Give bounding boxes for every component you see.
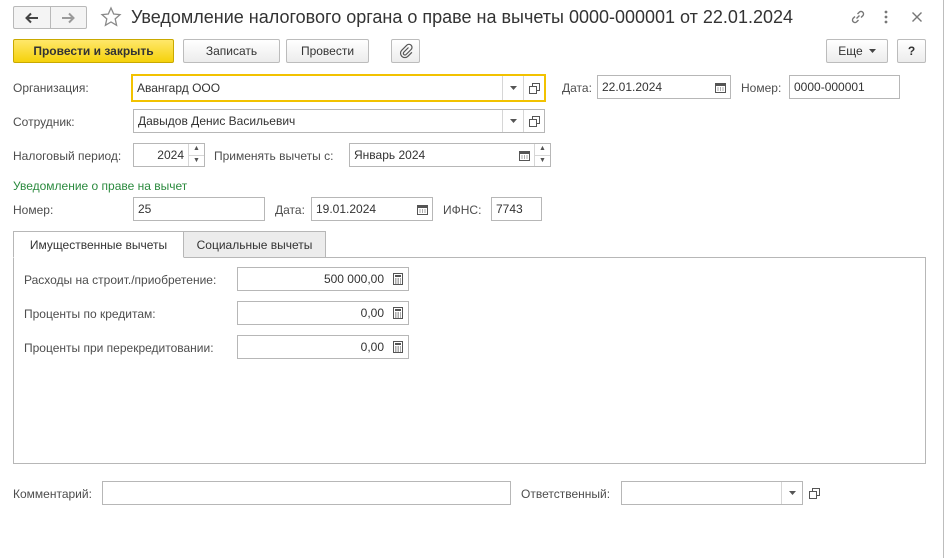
favorite-button[interactable] [100,6,122,31]
responsible-open-button[interactable] [805,484,823,502]
organization-open-button[interactable] [524,76,544,100]
help-button[interactable]: ? [897,39,926,63]
increment-icon[interactable]: ▲ [535,144,550,156]
forward-button[interactable] [50,6,87,29]
loan-interest-value: 0,00 [360,306,384,320]
more-menu-label: Еще [838,44,863,58]
number-field[interactable]: 0000-000001 [789,75,900,99]
employee-open-button[interactable] [524,110,544,132]
refinancing-interest-calculator-button[interactable] [388,336,408,358]
notice-number-label: Номер: [13,203,54,217]
date-field[interactable]: 22.01.2024 [597,75,731,99]
attach-file-button[interactable] [391,39,420,63]
apply-from-calendar-button[interactable] [514,144,534,166]
increment-icon[interactable]: ▲ [189,144,204,156]
employee-label: Сотрудник: [13,115,75,129]
notice-number-value: 25 [138,202,152,216]
loan-interest-calculator-button[interactable] [388,302,408,324]
decrement-icon[interactable]: ▼ [189,156,204,167]
loan-interest-label: Проценты по кредитам: [24,307,156,321]
calendar-icon [714,82,726,93]
comment-field[interactable] [102,481,511,505]
calculator-icon [393,341,403,353]
arrow-right-icon [62,12,76,23]
construction-expenses-calculator-button[interactable] [388,268,408,290]
organization-dropdown-button[interactable] [503,76,523,100]
chevron-down-icon [868,49,876,53]
star-icon [100,6,122,27]
tab-property-deductions[interactable]: Имущественные вычеты [13,231,184,258]
ifns-value: 7743 [496,202,523,216]
chevron-down-icon [509,86,517,90]
apply-from-stepper[interactable]: ▲ ▼ [534,144,550,166]
responsible-dropdown-button[interactable] [782,482,802,504]
open-window-icon [528,82,540,94]
open-window-icon [528,115,540,127]
property-deductions-panel [13,257,926,464]
tab-social-deductions[interactable]: Социальные вычеты [183,231,326,258]
notice-date-label: Дата: [275,203,305,217]
apply-from-label: Применять вычеты с: [214,149,334,163]
tax-period-stepper[interactable]: ▲ ▼ [188,144,204,166]
chevron-down-icon [509,119,517,123]
organization-label: Организация: [13,81,89,95]
tax-period-value: 2024 [157,148,184,162]
navigation-buttons [13,6,87,29]
notice-section-title: Уведомление о праве на вычет [13,179,188,193]
notice-date-value: 19.01.2024 [316,202,377,216]
close-button[interactable] [909,8,925,29]
link-icon [851,10,865,24]
refinancing-interest-field[interactable]: 0,00 [237,335,409,359]
date-label: Дата: [562,81,592,95]
decrement-icon[interactable]: ▼ [535,156,550,167]
kebab-icon [884,10,888,24]
refinancing-interest-label: Проценты при перекредитовании: [24,341,214,355]
employee-value: Давыдов Денис Васильевич [138,114,296,128]
tax-period-label: Налоговый период: [13,149,122,163]
notice-number-field[interactable]: 25 [133,197,265,221]
number-label: Номер: [741,81,782,95]
loan-interest-field[interactable]: 0,00 [237,301,409,325]
organization-value: Авангард ООО [137,81,221,95]
back-button[interactable] [13,6,51,29]
apply-from-field[interactable]: Январь 2024 ▲ ▼ [349,143,551,167]
responsible-field[interactable] [621,481,803,505]
link-button[interactable] [849,8,867,29]
ifns-field[interactable]: 7743 [491,197,542,221]
arrow-left-icon [24,12,38,23]
number-value: 0000-000001 [794,80,865,94]
chevron-down-icon [788,491,796,495]
more-actions-button[interactable] [880,8,892,29]
construction-expenses-value: 500 000,00 [323,272,384,286]
calculator-icon [393,273,403,285]
comment-label: Комментарий: [13,487,92,501]
close-icon [912,12,922,22]
apply-from-value: Январь 2024 [354,148,426,162]
calculator-icon [393,307,403,319]
calendar-icon [518,150,530,161]
post-and-close-button[interactable]: Провести и закрыть [13,39,174,63]
ifns-label: ИФНС: [443,203,482,217]
window-border [943,0,944,558]
more-menu-button[interactable]: Еще [826,39,888,63]
employee-field[interactable]: Давыдов Денис Васильевич [133,109,545,133]
date-calendar-button[interactable] [710,76,730,98]
calendar-icon [416,204,428,215]
construction-expenses-label: Расходы на строит./приобретение: [24,273,217,287]
responsible-label: Ответственный: [521,487,611,501]
notice-date-field[interactable]: 19.01.2024 [311,197,433,221]
save-button[interactable]: Записать [183,39,280,63]
employee-dropdown-button[interactable] [503,110,523,132]
paperclip-icon [399,43,413,59]
page-title: Уведомление налогового органа о праве на… [131,7,793,27]
post-button[interactable]: Провести [286,39,369,63]
tax-period-field[interactable]: 2024 ▲ ▼ [133,143,205,167]
organization-field[interactable]: Авангард ООО [131,74,546,102]
construction-expenses-field[interactable]: 500 000,00 [237,267,409,291]
open-window-icon [808,487,820,499]
refinancing-interest-value: 0,00 [360,340,384,354]
notice-date-calendar-button[interactable] [412,198,432,220]
date-value: 22.01.2024 [602,80,663,94]
